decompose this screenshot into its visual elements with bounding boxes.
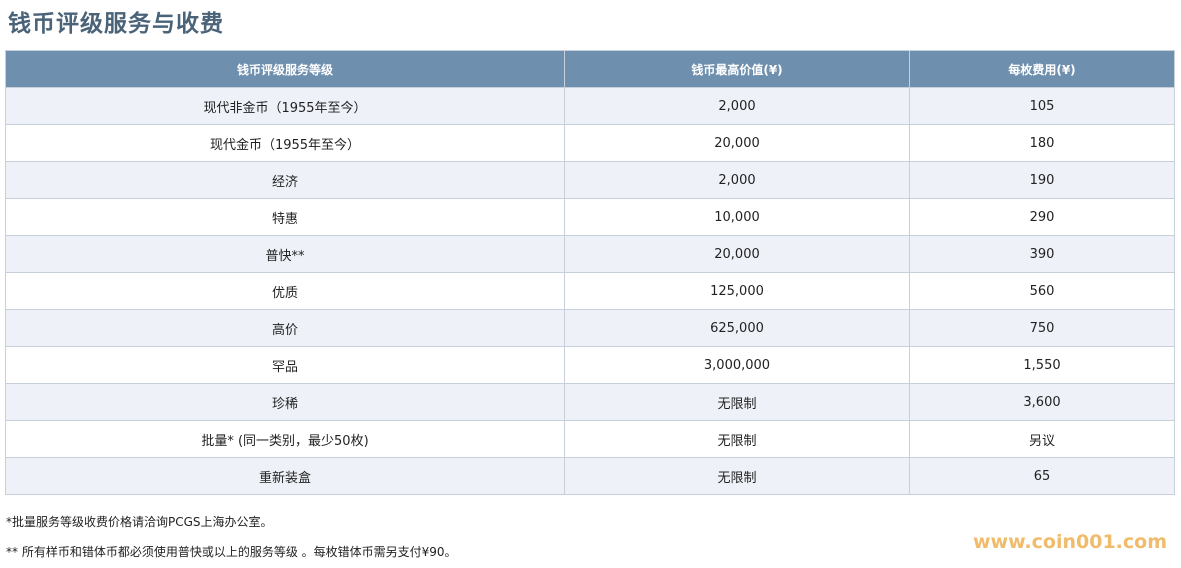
cell-max-value: 20,000 (564, 124, 910, 162)
page-title: 钱币评级服务与收费 (8, 11, 224, 37)
column-header-max-value: 钱币最高价值(¥) (564, 50, 910, 88)
cell-service-level: 罕品 (5, 346, 565, 384)
cell-fee: 190 (909, 161, 1175, 199)
cell-fee: 另议 (909, 420, 1175, 458)
cell-max-value: 625,000 (564, 309, 910, 347)
column-header-fee: 每枚费用(¥) (909, 50, 1175, 88)
fee-table: 钱币评级服务等级 钱币最高价值(¥) 每枚费用(¥) 现代非金币（1955年至今… (5, 50, 1175, 495)
cell-service-level: 重新装盒 (5, 457, 565, 495)
cell-max-value: 20,000 (564, 235, 910, 273)
table-row: 普快** 20,000 390 (5, 235, 1175, 273)
cell-service-level: 现代非金币（1955年至今） (5, 87, 565, 125)
cell-fee: 390 (909, 235, 1175, 273)
watermark-logo: www.coin001.com (972, 531, 1167, 553)
cell-fee: 65 (909, 457, 1175, 495)
cell-service-level: 珍稀 (5, 383, 565, 421)
cell-service-level: 高价 (5, 309, 565, 347)
table-row: 罕品 3,000,000 1,550 (5, 346, 1175, 384)
footnote-bulk: *批量服务等级收费价格请洽询PCGS上海办公室。 (6, 515, 273, 529)
cell-fee: 1,550 (909, 346, 1175, 384)
cell-service-level: 经济 (5, 161, 565, 199)
cell-max-value: 3,000,000 (564, 346, 910, 384)
cell-service-level: 批量* (同一类别，最少50枚) (5, 420, 565, 458)
table-row: 现代金币（1955年至今） 20,000 180 (5, 124, 1175, 162)
table-header-row: 钱币评级服务等级 钱币最高价值(¥) 每枚费用(¥) (5, 50, 1175, 88)
cell-service-level: 特惠 (5, 198, 565, 236)
table-row: 经济 2,000 190 (5, 161, 1175, 199)
cell-fee: 3,600 (909, 383, 1175, 421)
table-row: 珍稀 无限制 3,600 (5, 383, 1175, 421)
cell-max-value: 无限制 (564, 457, 910, 495)
cell-fee: 105 (909, 87, 1175, 125)
cell-service-level: 现代金币（1955年至今） (5, 124, 565, 162)
cell-fee: 750 (909, 309, 1175, 347)
table-body: 现代非金币（1955年至今） 2,000 105 现代金币（1955年至今） 20,00… (5, 87, 1175, 495)
table-row: 现代非金币（1955年至今） 2,000 105 (5, 87, 1175, 125)
footnote-samples: ** 所有样币和错体币都必须使用普快或以上的服务等级 。每枚错体币需另支付¥90… (6, 545, 457, 559)
table-row: 优质 125,000 560 (5, 272, 1175, 310)
cell-service-level: 优质 (5, 272, 565, 310)
cell-fee: 290 (909, 198, 1175, 236)
cell-max-value: 无限制 (564, 383, 910, 421)
column-header-service-level: 钱币评级服务等级 (5, 50, 565, 88)
cell-service-level: 普快** (5, 235, 565, 273)
cell-fee: 180 (909, 124, 1175, 162)
cell-max-value: 无限制 (564, 420, 910, 458)
cell-max-value: 2,000 (564, 87, 910, 125)
cell-max-value: 2,000 (564, 161, 910, 199)
cell-fee: 560 (909, 272, 1175, 310)
table-row: 高价 625,000 750 (5, 309, 1175, 347)
cell-max-value: 10,000 (564, 198, 910, 236)
table-row: 重新装盒 无限制 65 (5, 457, 1175, 495)
table-row: 特惠 10,000 290 (5, 198, 1175, 236)
cell-max-value: 125,000 (564, 272, 910, 310)
table-row: 批量* (同一类别，最少50枚) 无限制 另议 (5, 420, 1175, 458)
